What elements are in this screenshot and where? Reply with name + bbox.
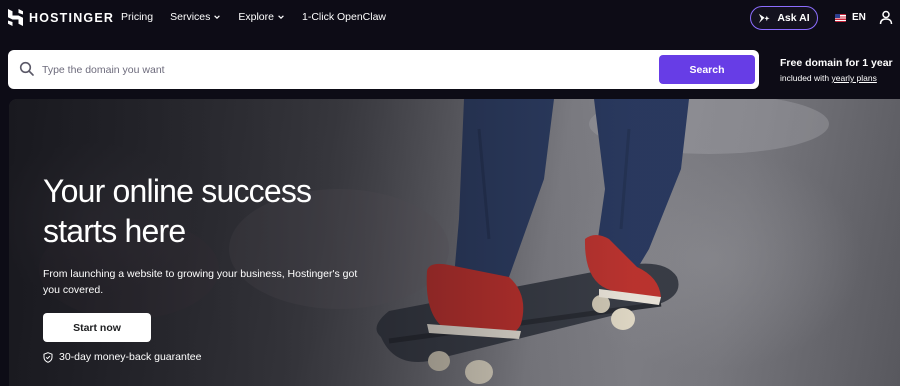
hostinger-logo-icon — [8, 9, 23, 26]
hero-title-line1: Your online success — [43, 173, 312, 209]
guarantee-text: 30-day money-back guarantee — [59, 351, 202, 363]
chevron-down-icon — [214, 15, 221, 20]
promo-subtitle-text: included with — [780, 73, 832, 83]
yearly-plans-link[interactable]: yearly plans — [832, 73, 877, 83]
nav-link-services[interactable]: Services — [170, 11, 221, 23]
language-label: EN — [852, 12, 866, 23]
money-back-guarantee: 30-day money-back guarantee — [43, 351, 201, 363]
search-icon — [19, 61, 34, 76]
hero-title-line2: starts here — [43, 213, 186, 249]
hero-banner: Your online success starts here From lau… — [9, 99, 900, 386]
start-now-button[interactable]: Start now — [43, 313, 151, 342]
hero-subtitle: From launching a website to growing your… — [43, 268, 358, 296]
promo-subtitle: included with yearly plans — [780, 73, 893, 83]
user-icon[interactable] — [879, 10, 893, 25]
chevron-down-icon — [278, 15, 284, 20]
nav-link-label: Pricing — [121, 11, 154, 23]
nav-link-label: Explore — [238, 11, 274, 23]
search-button[interactable]: Search — [659, 55, 755, 84]
main-menu: Pricing Services Explore 1-Click OpenCla… — [121, 11, 403, 23]
nav-link-explore[interactable]: Explore — [238, 11, 285, 23]
us-flag-icon — [835, 13, 846, 22]
promo-title: Free domain for 1 year — [780, 57, 893, 69]
hero-title: Your online success starts here — [43, 171, 383, 251]
nav-link-pricing[interactable]: Pricing — [121, 11, 153, 23]
ask-ai-sparkle-icon — [759, 13, 770, 23]
domain-search-bar: Search — [8, 50, 759, 89]
language-selector[interactable]: EN — [835, 12, 866, 23]
brand-logo[interactable]: HOSTINGER — [8, 9, 114, 26]
hero-copy: Your online success starts here From lau… — [43, 171, 383, 298]
nav-link-label: Services — [170, 11, 211, 23]
ask-ai-button[interactable]: Ask AI — [750, 6, 818, 30]
brand-name: HOSTINGER — [29, 10, 115, 25]
free-domain-promo: Free domain for 1 year included with yea… — [780, 57, 893, 83]
shield-check-icon — [43, 351, 53, 363]
nav-link-openclaw[interactable]: 1-Click OpenClaw — [302, 11, 386, 23]
nav-link-label: 1-Click OpenClaw — [301, 11, 387, 23]
domain-search-input[interactable] — [42, 59, 642, 80]
ask-ai-label: Ask AI — [777, 12, 810, 24]
top-nav: HOSTINGER Pricing Services Explore 1-Cli… — [0, 0, 900, 36]
